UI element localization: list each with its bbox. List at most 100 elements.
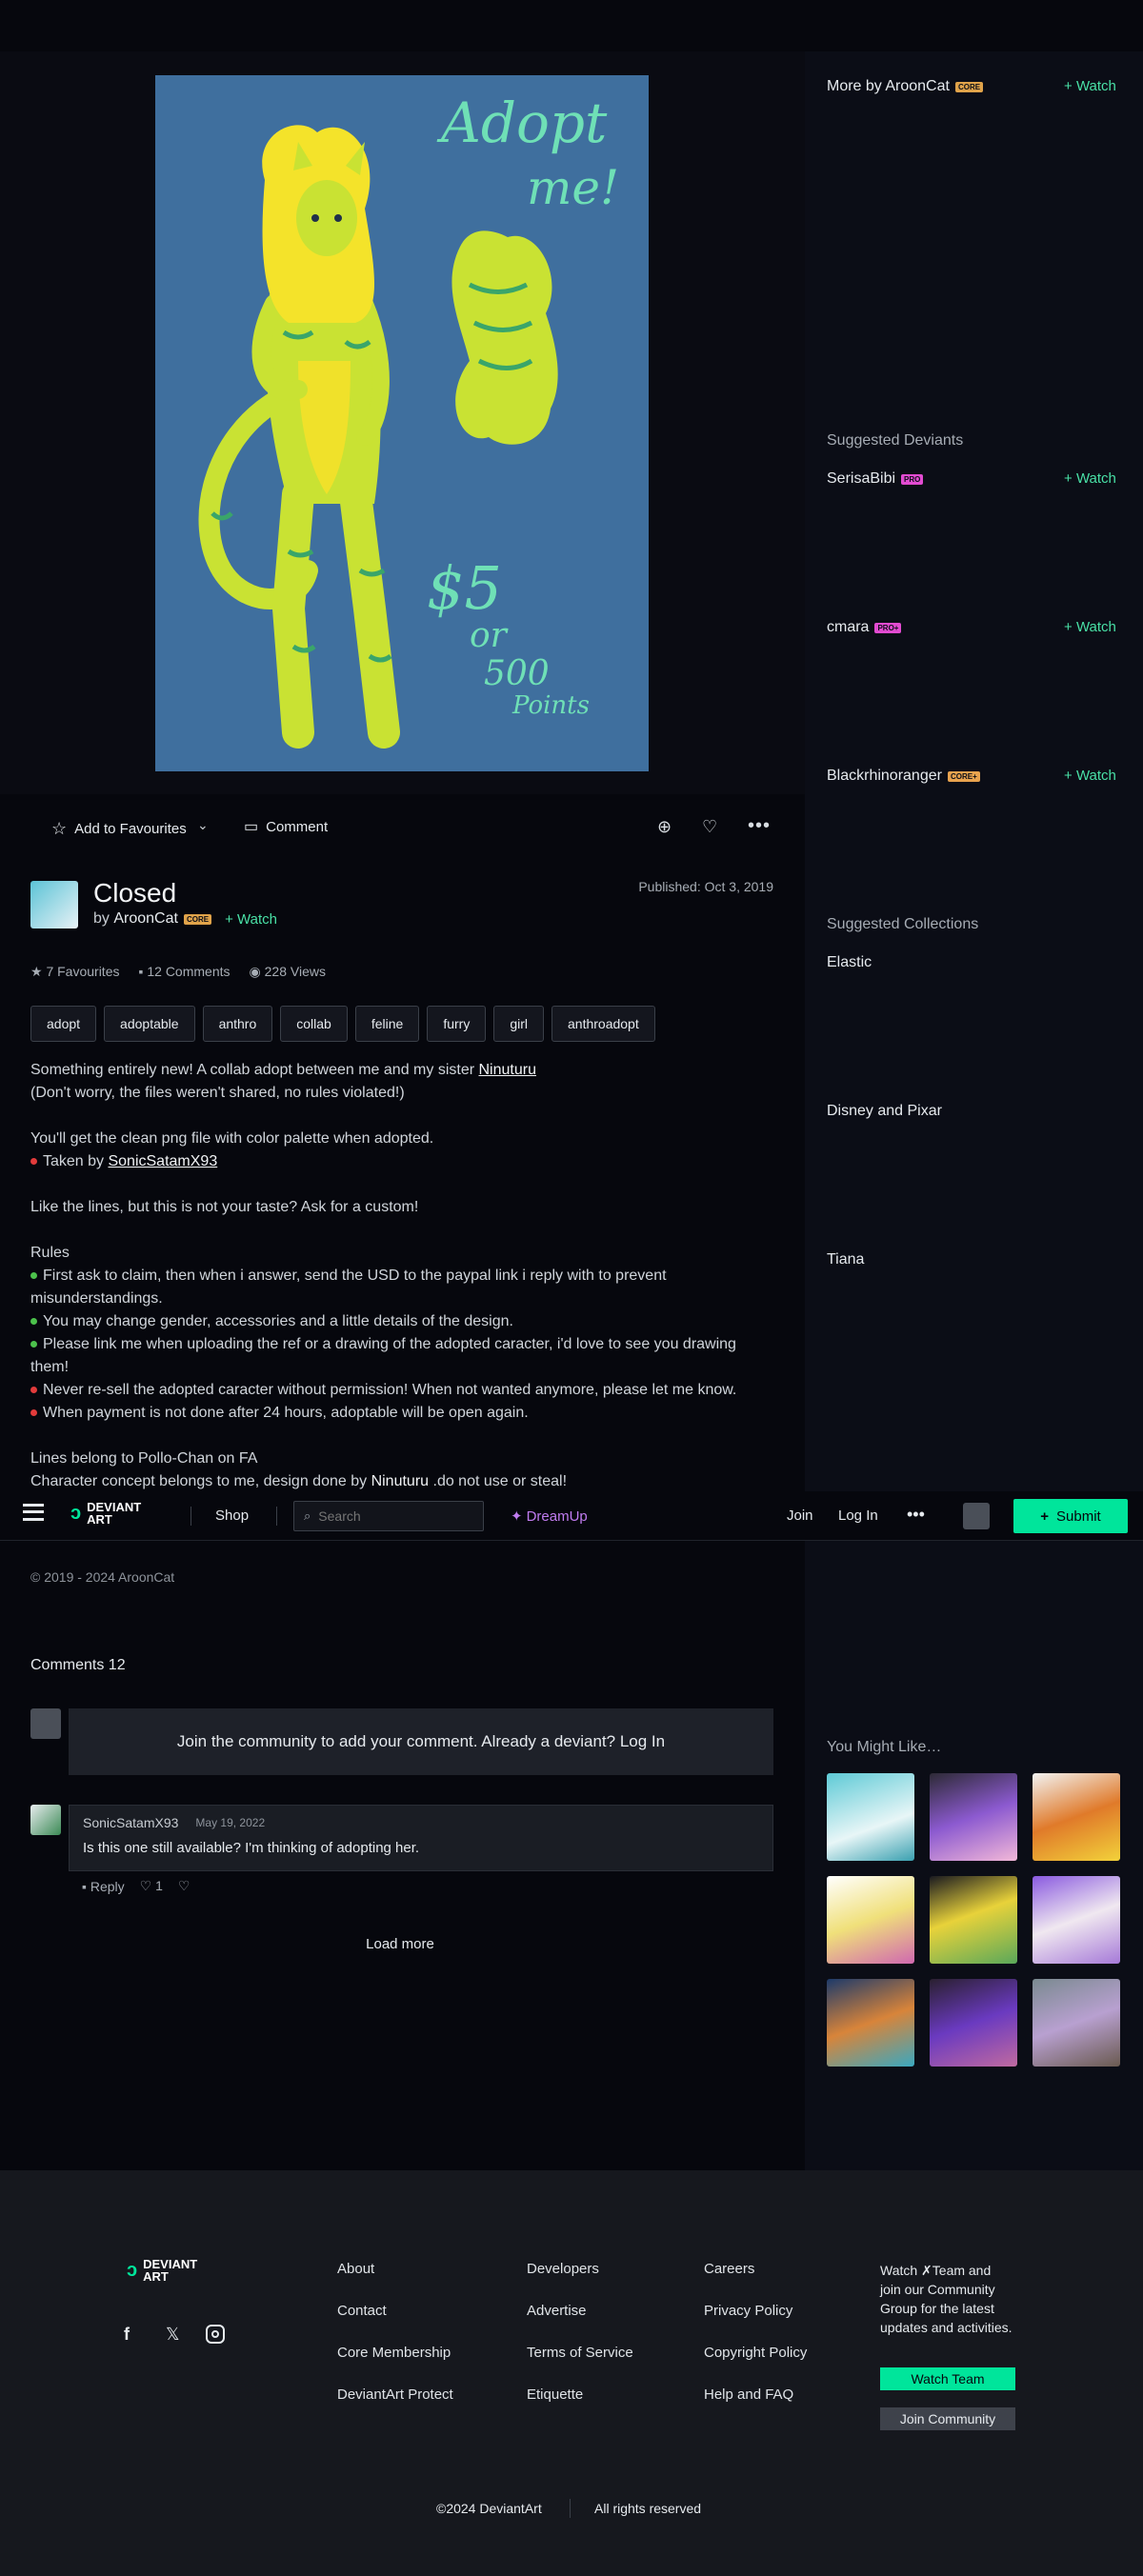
deviantart-logo[interactable]: ↄ DEVIANT ART bbox=[70, 1501, 141, 1526]
core-badge: CORE bbox=[954, 81, 984, 92]
like-button[interactable]: ♡ 1 bbox=[140, 1878, 163, 1894]
footer-links-col2: Developers Advertise Terms of Service Et… bbox=[527, 2261, 633, 2403]
thumbnail[interactable] bbox=[827, 1979, 914, 2067]
page-title: Closed bbox=[93, 878, 177, 908]
more-options-icon[interactable]: ••• bbox=[748, 815, 771, 837]
tag-girl[interactable]: girl bbox=[493, 1006, 544, 1042]
thumbnail[interactable] bbox=[930, 1773, 1017, 1861]
footer-protect-link[interactable]: DeviantArt Protect bbox=[337, 2386, 453, 2403]
footer-advertise-link[interactable]: Advertise bbox=[527, 2303, 633, 2319]
thumbnail[interactable] bbox=[1033, 1773, 1120, 1861]
login-link[interactable]: Log In bbox=[838, 1508, 878, 1524]
tag-anthroadopt[interactable]: anthroadopt bbox=[551, 1006, 655, 1042]
navbar-more-icon[interactable]: ••• bbox=[907, 1505, 925, 1525]
facebook-icon[interactable]: f bbox=[124, 2325, 130, 2345]
badge-give-icon[interactable]: ⊕ bbox=[657, 817, 672, 837]
deviant-serisabibi[interactable]: SerisaBibi PRO bbox=[827, 470, 924, 488]
comment-icon: ▭ bbox=[244, 819, 259, 835]
deviant-blackrhinoranger[interactable]: Blackrhinoranger CORE+ bbox=[827, 768, 980, 785]
rule-item: First ask to claim, then when i answer, … bbox=[30, 1268, 667, 1307]
sonicsatamx93-link[interactable]: SonicSatamX93 bbox=[108, 1153, 217, 1169]
green-dot-icon bbox=[30, 1318, 37, 1326]
tag-adoptable[interactable]: adoptable bbox=[104, 1006, 195, 1042]
comment-author[interactable]: SonicSatamX93 bbox=[83, 1815, 178, 1830]
red-dot-icon bbox=[30, 1409, 37, 1417]
load-more-button[interactable]: Load more bbox=[362, 1936, 438, 1952]
submit-button[interactable]: + Submit bbox=[1013, 1499, 1128, 1533]
collection-disney-and-pixar[interactable]: Disney and Pixar bbox=[827, 1103, 942, 1120]
footer-terms-link[interactable]: Terms of Service bbox=[527, 2345, 633, 2361]
heart-icon: ♡ bbox=[139, 1878, 152, 1893]
watch-cmara-button[interactable]: + Watch bbox=[1064, 619, 1116, 635]
artwork-image[interactable]: Adopt me! $5 or 500 Points bbox=[155, 75, 649, 771]
comment-card: SonicSatamX93 May 19, 2022 Is this one s… bbox=[69, 1805, 773, 1871]
watch-blackrhinoranger-button[interactable]: + Watch bbox=[1064, 768, 1116, 784]
watch-more-by-button[interactable]: + Watch bbox=[1064, 78, 1116, 94]
thumbnail[interactable] bbox=[930, 1876, 1017, 1964]
watch-team-button[interactable]: Watch Team bbox=[880, 2367, 1015, 2390]
tag-furry[interactable]: furry bbox=[427, 1006, 487, 1042]
tag-anthro[interactable]: anthro bbox=[202, 1006, 273, 1042]
collection-tiana[interactable]: Tiana bbox=[827, 1251, 864, 1268]
footer-copyright-policy-link[interactable]: Copyright Policy bbox=[704, 2345, 807, 2361]
join-link[interactable]: Join bbox=[787, 1508, 813, 1524]
thumbnail[interactable] bbox=[930, 1979, 1017, 2067]
footer-links-col1: About Contact Core Membership DeviantArt… bbox=[337, 2261, 453, 2403]
reply-icon: ▪ bbox=[82, 1878, 87, 1894]
dislike-icon[interactable]: ♡ bbox=[178, 1878, 190, 1894]
footer-careers-link[interactable]: Careers bbox=[704, 2261, 807, 2277]
favourites-dropdown-chevron-icon[interactable]: ⌄ bbox=[197, 817, 209, 833]
join-community-prompt[interactable]: Join the community to add your comment. … bbox=[69, 1708, 773, 1775]
thumbnail[interactable] bbox=[827, 1876, 914, 1964]
footer-core-membership-link[interactable]: Core Membership bbox=[337, 2345, 453, 2361]
instagram-icon[interactable] bbox=[206, 2325, 225, 2344]
search-box[interactable]: ⌕ bbox=[293, 1501, 484, 1531]
navbar-divider bbox=[276, 1507, 277, 1526]
shop-link[interactable]: Shop bbox=[215, 1508, 249, 1524]
thumbnail[interactable] bbox=[1033, 1876, 1120, 1964]
tag-collab[interactable]: collab bbox=[280, 1006, 348, 1042]
x-twitter-icon[interactable]: 𝕏 bbox=[166, 2325, 180, 2345]
footer-developers-link[interactable]: Developers bbox=[527, 2261, 633, 2277]
author-link[interactable]: AroonCat bbox=[113, 910, 178, 928]
footer-privacy-link[interactable]: Privacy Policy bbox=[704, 2303, 807, 2319]
thumbnail[interactable] bbox=[827, 1773, 914, 1861]
more-by-title: More by AroonCat CORE bbox=[827, 78, 984, 95]
core-badge: CORE bbox=[183, 913, 212, 925]
dreamup-link[interactable]: ✦ DreamUp bbox=[511, 1508, 588, 1526]
description: Something entirely new! A collab adopt b… bbox=[30, 1059, 778, 1493]
search-input[interactable] bbox=[318, 1508, 462, 1524]
red-dot-icon bbox=[30, 1158, 37, 1166]
gift-tag-icon[interactable]: ♡ bbox=[702, 817, 717, 837]
pro-badge: PRO bbox=[901, 473, 924, 485]
collection-elastic[interactable]: Elastic bbox=[827, 954, 872, 971]
comment-date: May 19, 2022 bbox=[195, 1816, 266, 1829]
thumbnail[interactable] bbox=[1033, 1979, 1120, 2067]
deviant-cmara[interactable]: cmara PRO+ bbox=[827, 619, 902, 636]
author-avatar[interactable] bbox=[30, 881, 78, 929]
guest-avatar bbox=[30, 1708, 61, 1739]
ninuturu-link[interactable]: Ninuturu bbox=[478, 1062, 535, 1078]
comments-icon: ▪ bbox=[138, 964, 144, 979]
hamburger-menu-icon[interactable] bbox=[23, 1504, 44, 1521]
join-community-button[interactable]: Join Community bbox=[880, 2407, 1015, 2430]
tag-feline[interactable]: feline bbox=[354, 1006, 420, 1042]
tag-adopt[interactable]: adopt bbox=[30, 1006, 97, 1042]
footer-etiquette-link[interactable]: Etiquette bbox=[527, 2386, 633, 2403]
comment-button[interactable]: ▭ Comment bbox=[244, 817, 328, 836]
footer-logo[interactable]: ↄ DEVIANT ART bbox=[127, 2258, 197, 2283]
watch-serisabibi-button[interactable]: + Watch bbox=[1064, 470, 1116, 487]
svg-text:me!: me! bbox=[527, 160, 619, 215]
user-avatar-icon[interactable] bbox=[963, 1503, 990, 1529]
commenter-avatar[interactable] bbox=[30, 1805, 61, 1835]
stats-row: ★ 7 Favourites ▪ 12 Comments ◉ 228 Views bbox=[30, 964, 326, 979]
footer-about-link[interactable]: About bbox=[337, 2261, 453, 2277]
add-to-favourites-button[interactable]: ☆ Add to Favourites bbox=[51, 817, 187, 840]
watch-author-button[interactable]: + Watch bbox=[225, 911, 277, 928]
ninuturu-link-2[interactable]: Ninuturu bbox=[371, 1473, 429, 1489]
svg-text:Points: Points bbox=[511, 691, 590, 720]
footer-contact-link[interactable]: Contact bbox=[337, 2303, 453, 2319]
top-strip bbox=[0, 0, 1143, 51]
reply-button[interactable]: ▪ Reply bbox=[82, 1879, 125, 1894]
footer-help-link[interactable]: Help and FAQ bbox=[704, 2386, 807, 2403]
